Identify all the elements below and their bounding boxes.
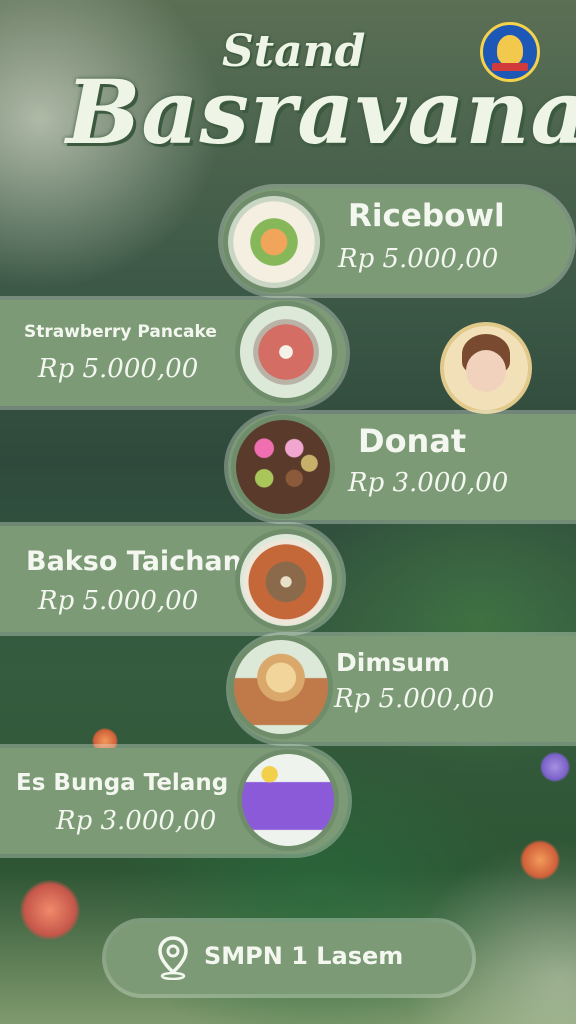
menu-item-price: Rp 5.000,00 xyxy=(38,586,199,616)
flower-decoration xyxy=(520,840,560,880)
menu-item-name: Dimsum xyxy=(336,648,451,677)
menu-item-name: Bakso Taichan xyxy=(26,546,242,577)
menu-item-name: Es Bunga Telang xyxy=(16,770,229,796)
menu-item-price: Rp 3.000,00 xyxy=(348,468,509,498)
face-shape xyxy=(466,350,506,392)
school-logo xyxy=(480,22,540,82)
emblem-icon xyxy=(497,35,523,65)
location-badge: SMPN 1 Lasem xyxy=(106,922,472,994)
menu-item-price: Rp 5.000,00 xyxy=(334,684,495,714)
menu-item-price: Rp 3.000,00 xyxy=(56,806,217,836)
menu-item-name: Donat xyxy=(358,422,467,460)
menu-item-price: Rp 5.000,00 xyxy=(38,354,199,384)
person-photo xyxy=(444,326,528,410)
emblem-ribbon xyxy=(492,63,528,71)
flower-decoration xyxy=(20,880,80,940)
menu-item-price: Rp 5.000,00 xyxy=(338,244,499,274)
flower-decoration xyxy=(540,752,570,782)
menu-item-name: Strawberry Pancake xyxy=(24,322,217,342)
es-bunga-telang-photo xyxy=(242,754,334,846)
location-pin-icon xyxy=(158,936,188,980)
bakso-taichan-photo xyxy=(240,534,332,626)
ricebowl-photo xyxy=(228,196,320,288)
strawberry-pancake-photo xyxy=(240,306,332,398)
menu-item-name: Ricebowl xyxy=(348,198,505,234)
location-label: SMPN 1 Lasem xyxy=(204,942,404,970)
donat-photo xyxy=(236,420,330,514)
dimsum-photo xyxy=(234,640,328,734)
